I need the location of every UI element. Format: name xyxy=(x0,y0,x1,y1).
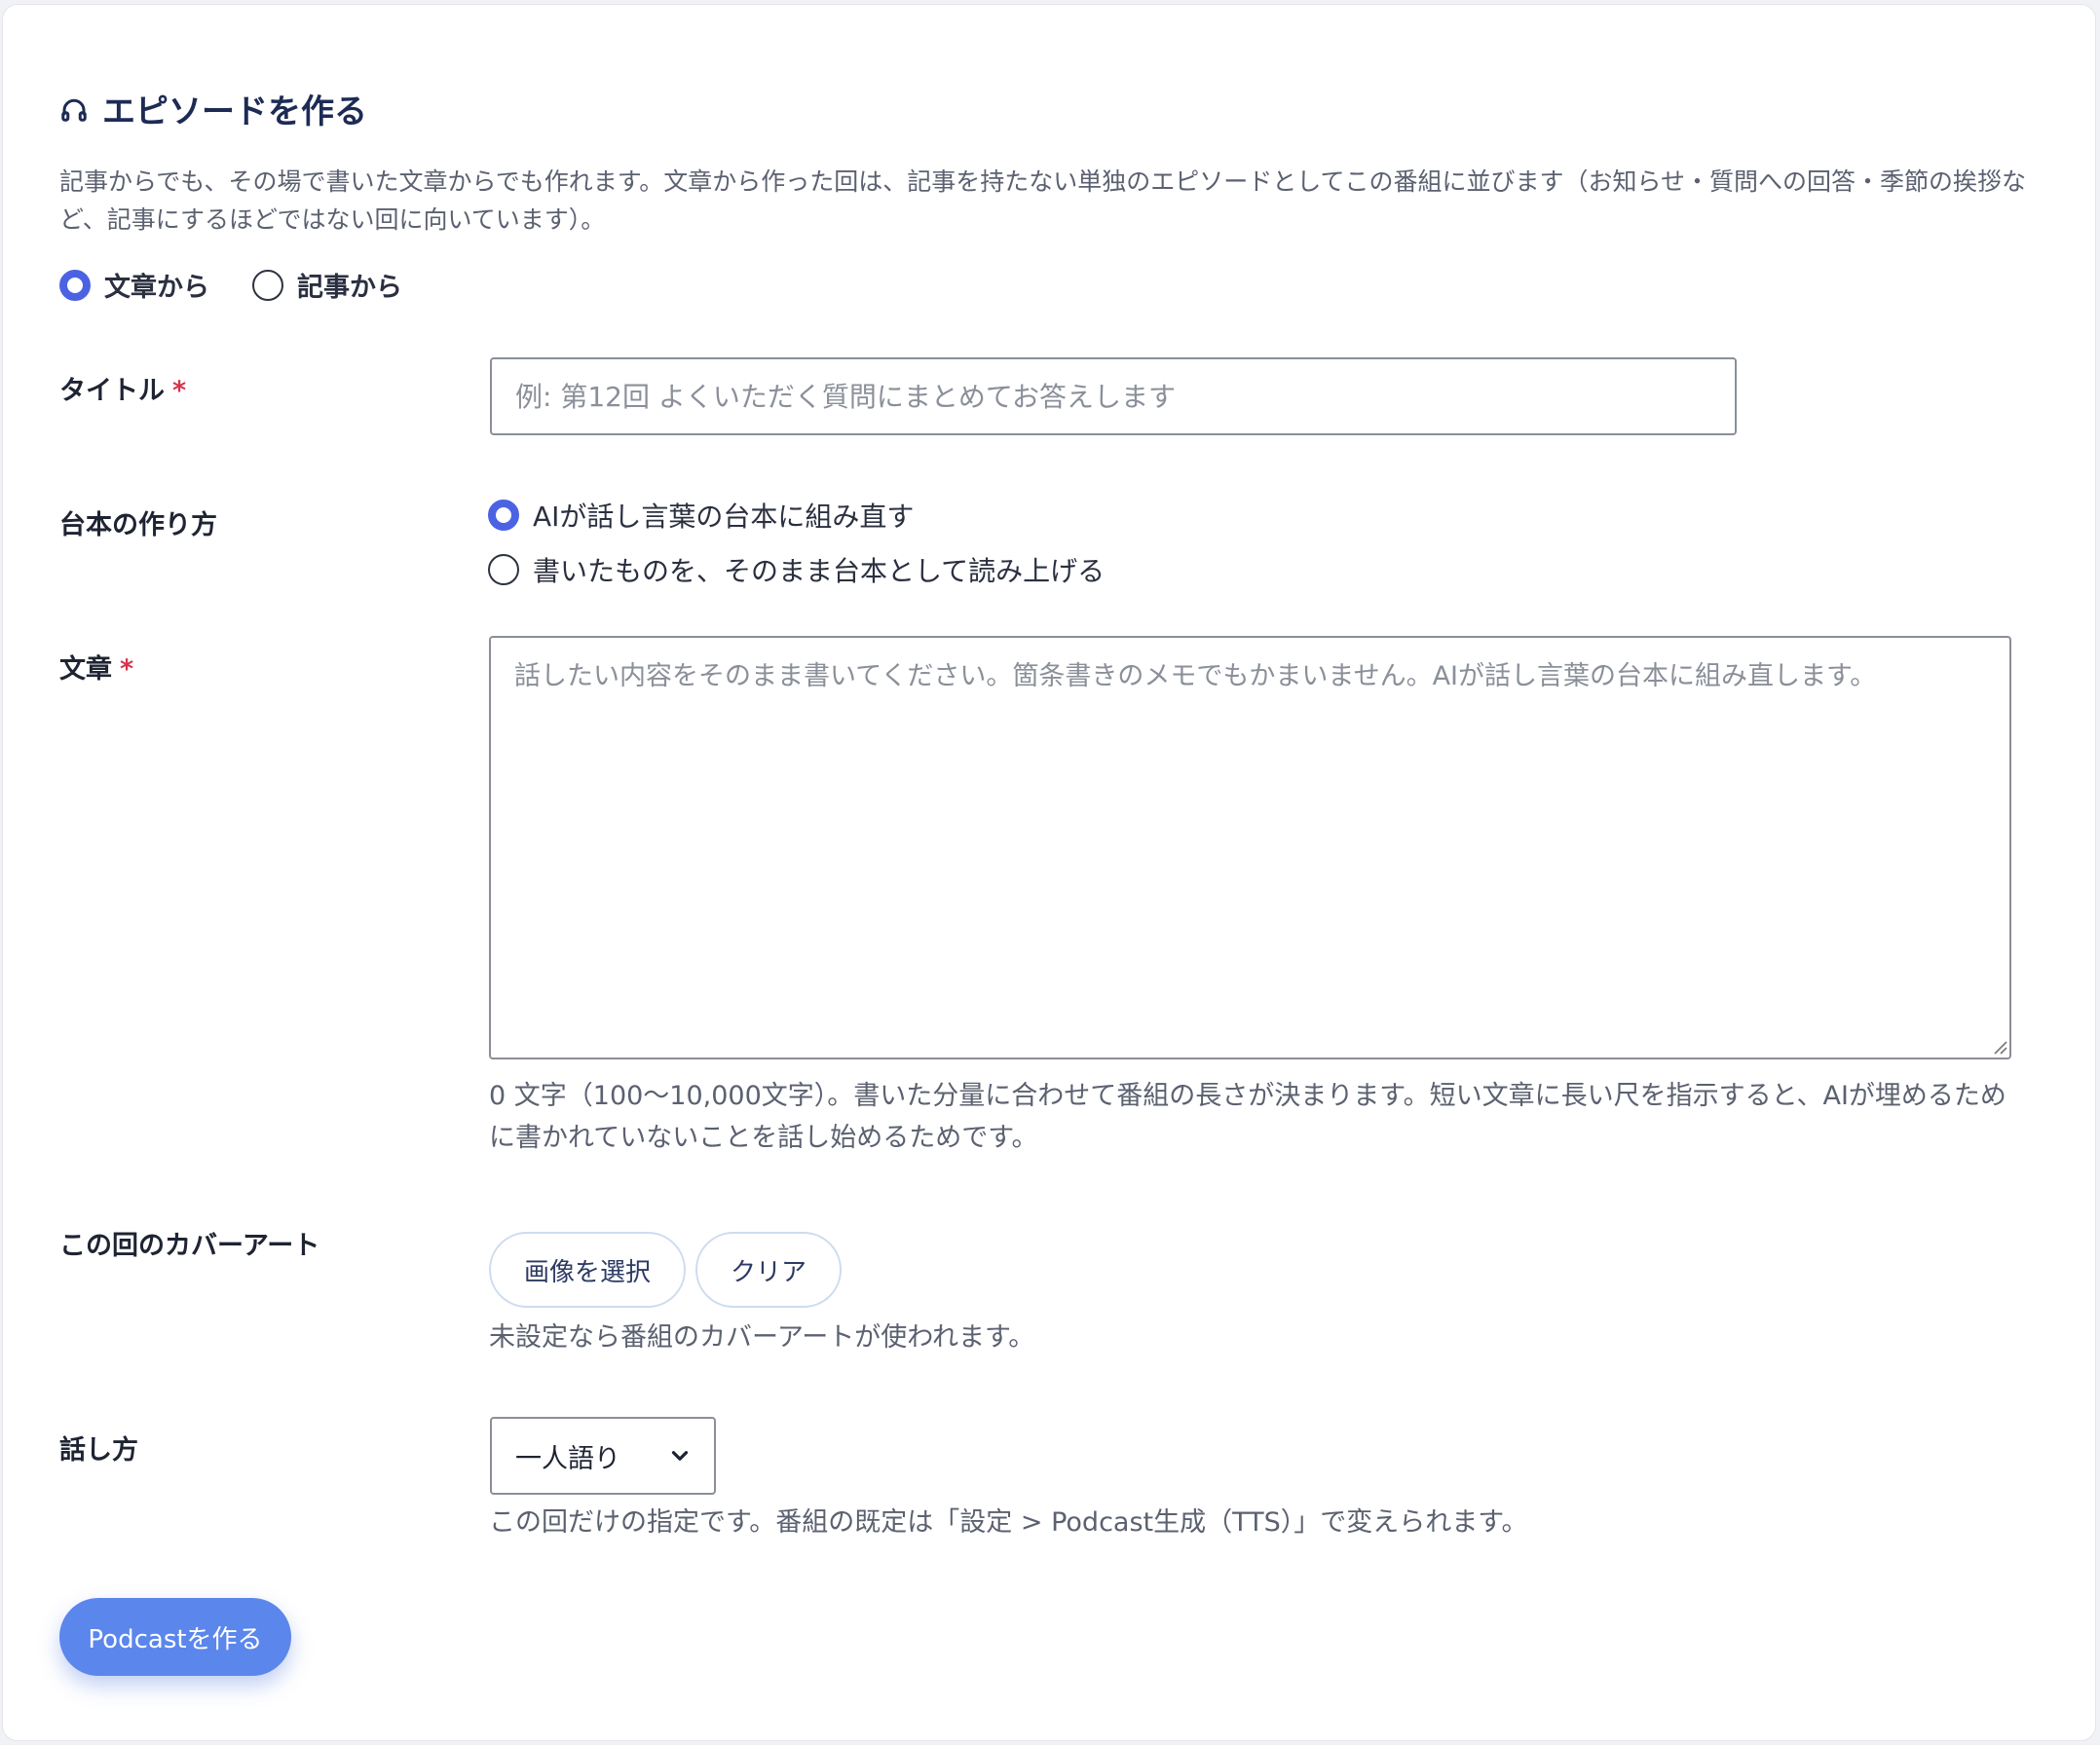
page-title: エピソードを作る xyxy=(102,93,367,131)
body-label-text: 文章 xyxy=(59,654,112,685)
script-method-label: 台本の作り方 xyxy=(59,510,217,540)
body-textarea[interactable] xyxy=(489,636,2011,1059)
script-method-read-label: 書いたものを、そのまま台本として読み上げる xyxy=(533,555,1106,587)
script-method-rewrite-label: AIが話し言葉の台本に組み直す xyxy=(533,501,915,533)
clear-image-button[interactable]: クリア xyxy=(695,1232,843,1308)
script-method-read-option[interactable]: 書いたものを、そのまま台本として読み上げる xyxy=(488,550,1105,589)
source-mode-article-radio[interactable] xyxy=(252,269,283,301)
cover-art-label: この回のカバーアート xyxy=(59,1231,320,1261)
speaking-style-help-text: この回だけの指定です。番組の既定は「設定 > Podcast生成（TTS）」で変… xyxy=(489,1507,1528,1538)
source-mode-article-label: 記事から xyxy=(297,273,402,303)
source-mode-article-option[interactable]: 記事から xyxy=(252,266,402,304)
select-image-button[interactable]: 画像を選択 xyxy=(489,1232,687,1308)
script-method-rewrite-option[interactable]: AIが話し言葉の台本に組み直す xyxy=(488,496,1105,535)
chevron-down-icon xyxy=(671,1451,689,1461)
body-field-label: 文章 * xyxy=(59,648,133,686)
headphones-icon xyxy=(61,98,87,122)
resize-grip-icon[interactable] xyxy=(1992,1039,2007,1055)
script-method-read-radio[interactable] xyxy=(488,554,519,585)
speaking-style-select[interactable]: 一人語り xyxy=(490,1417,716,1495)
speaking-style-label: 話し方 xyxy=(59,1435,138,1466)
title-input[interactable] xyxy=(490,357,1737,435)
create-podcast-button[interactable]: Podcastを作る xyxy=(59,1598,291,1676)
source-mode-text-option[interactable]: 文章から xyxy=(59,266,209,304)
section-heading: エピソードを作る xyxy=(59,85,367,132)
script-method-group: AIが話し言葉の台本に組み直す 書いたものを、そのまま台本として読み上げる xyxy=(488,496,1105,605)
speaking-style-value: 一人語り xyxy=(515,1443,620,1474)
episode-form-card: エピソードを作る 記事からでも、その場で書いた文章からでも作れます。文章から作っ… xyxy=(2,4,2096,1741)
body-required-mark: * xyxy=(120,654,134,685)
body-help-text: 0 文字（100〜10,000文字）。書いた分量に合わせて番組の長さが決まります… xyxy=(489,1081,2006,1153)
source-mode-group: 文章から 記事から xyxy=(59,266,402,304)
title-label-text: タイトル xyxy=(59,376,165,406)
cover-art-buttons: 画像を選択 クリア xyxy=(489,1232,843,1308)
source-mode-text-label: 文章から xyxy=(104,273,209,303)
cover-art-help-text: 未設定なら番組のカバーアートが使われます。 xyxy=(489,1322,1035,1353)
title-field-label: タイトル * xyxy=(59,369,186,407)
title-required-mark: * xyxy=(172,376,187,406)
script-method-rewrite-radio[interactable] xyxy=(488,500,519,531)
intro-description: 記事からでも、その場で書いた文章からでも作れます。文章から作った回は、記事を持た… xyxy=(59,167,2027,234)
source-mode-text-radio[interactable] xyxy=(59,269,91,301)
